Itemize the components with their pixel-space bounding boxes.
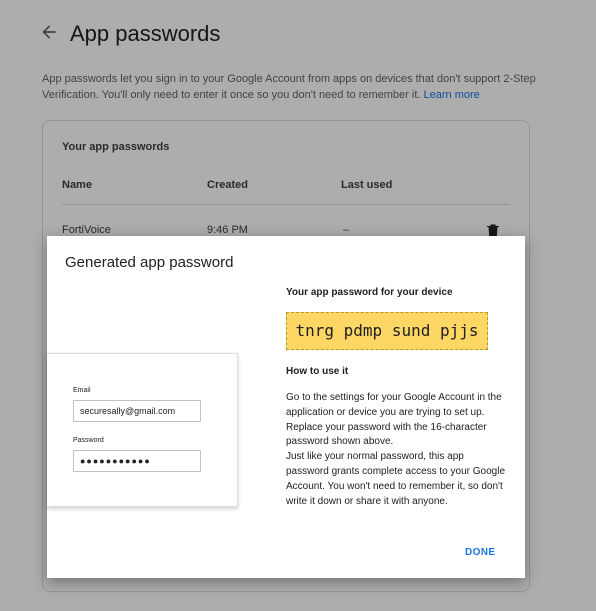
generated-password-dialog: Generated app password Email securesally… — [47, 236, 525, 578]
how-to-use-heading: How to use it — [286, 366, 349, 377]
illustration-email-label: Email — [73, 387, 91, 394]
how-to-use-text: Go to the settings for your Google Accou… — [286, 391, 506, 509]
dialog-title: Generated app password — [65, 254, 234, 271]
illustration-password-field: ●●●●●●●●●●● — [73, 450, 201, 472]
illustration-password-label: Password — [73, 437, 104, 444]
done-button[interactable]: DONE — [459, 543, 502, 562]
password-heading: Your app password for your device — [286, 287, 453, 298]
how-to-use-paragraph: Go to the settings for your Google Accou… — [286, 392, 502, 448]
generated-password[interactable]: tnrg pdmp sund pjjs — [286, 312, 488, 350]
illustration-email-field: securesally@gmail.com — [73, 400, 201, 422]
how-to-use-paragraph: Just like your normal password, this app… — [286, 451, 505, 507]
sign-in-illustration: Email securesally@gmail.com Password ●●●… — [47, 353, 238, 507]
